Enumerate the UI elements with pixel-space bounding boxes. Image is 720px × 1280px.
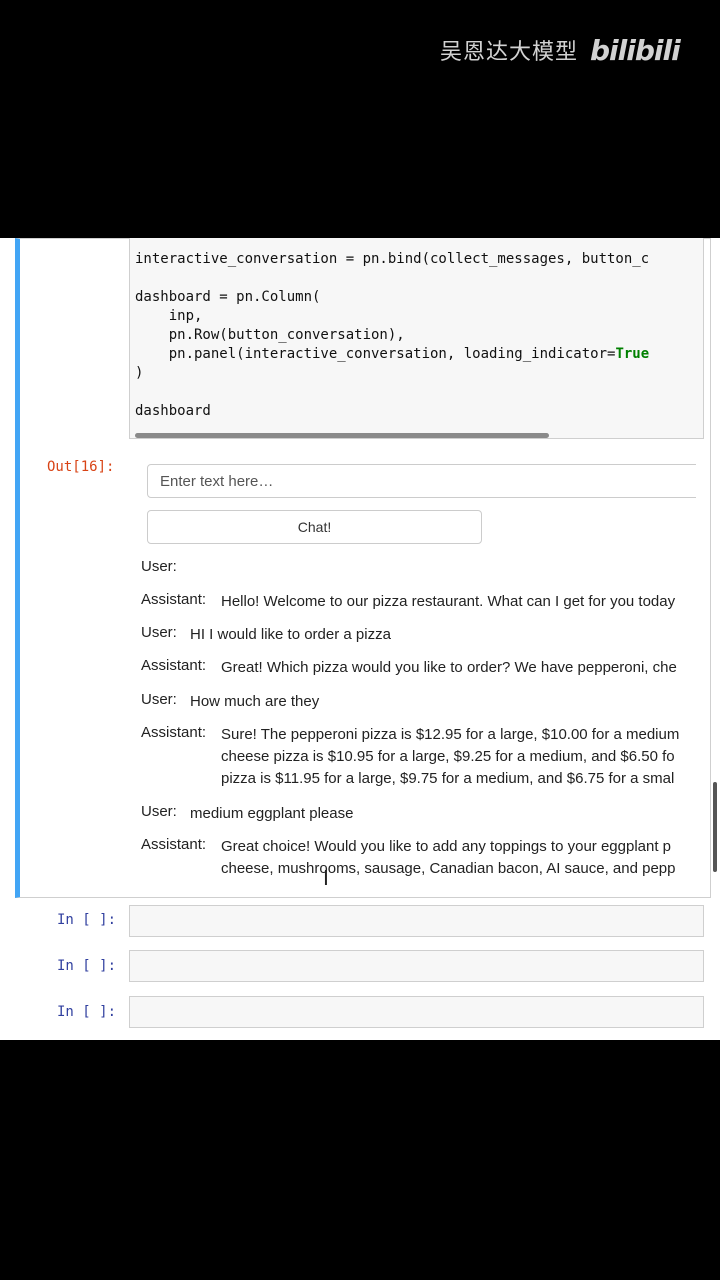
message-assistant: Assistant: Great choice! Would you like …	[141, 836, 675, 880]
message-assistant: Assistant: Hello! Welcome to our pizza r…	[141, 591, 675, 613]
empty-code-cell[interactable]	[129, 950, 704, 982]
vertical-scrollbar[interactable]	[713, 782, 717, 872]
watermark-channel: 吴恩达大模型	[440, 40, 579, 65]
message-assistant: Assistant: Great! Which pizza would you …	[141, 657, 677, 679]
message-text: Great choice! Would you like to add any …	[221, 838, 676, 877]
message-role: User:	[141, 624, 177, 641]
message-role: User:	[141, 803, 177, 820]
message-user: User: HI I would like to order a pizza	[141, 624, 391, 646]
message-role: Assistant:	[141, 724, 207, 741]
message-role: Assistant:	[141, 836, 207, 853]
notebook: interactive_conversation = pn.bind(colle…	[0, 238, 720, 1040]
watermark: 吴恩达大模型 bilibili	[440, 30, 681, 70]
message-text: How much are they	[190, 693, 320, 710]
in-prompt: In [ ]:	[57, 958, 117, 974]
message-role: Assistant:	[141, 591, 207, 608]
message-text: Great! Which pizza would you like to ord…	[221, 659, 677, 676]
message-text: medium eggplant please	[190, 805, 354, 822]
message-user: User: medium eggplant please	[141, 803, 353, 825]
message-role: User:	[141, 691, 177, 708]
message-text: Hello! Welcome to our pizza restaurant. …	[221, 593, 676, 610]
message-user: User:	[141, 558, 190, 575]
empty-code-cell[interactable]	[129, 905, 704, 937]
chat-button[interactable]: Chat!	[147, 510, 482, 544]
in-prompt: In [ ]:	[57, 1004, 117, 1020]
message-text: Sure! The pepperoni pizza is $12.95 for …	[221, 726, 680, 787]
in-prompt: In [ ]:	[57, 912, 117, 928]
message-role: User:	[141, 558, 177, 575]
message-text: HI I would like to order a pizza	[190, 626, 391, 643]
message-role: Assistant:	[141, 657, 207, 674]
message-assistant: Assistant: Sure! The pepperoni pizza is …	[141, 724, 679, 790]
empty-code-cell[interactable]	[129, 996, 704, 1028]
chat-text-input[interactable]	[147, 464, 696, 498]
text-cursor-icon: I	[323, 866, 329, 890]
bilibili-logo: bilibili	[590, 33, 681, 67]
message-user: User: How much are they	[141, 691, 319, 713]
